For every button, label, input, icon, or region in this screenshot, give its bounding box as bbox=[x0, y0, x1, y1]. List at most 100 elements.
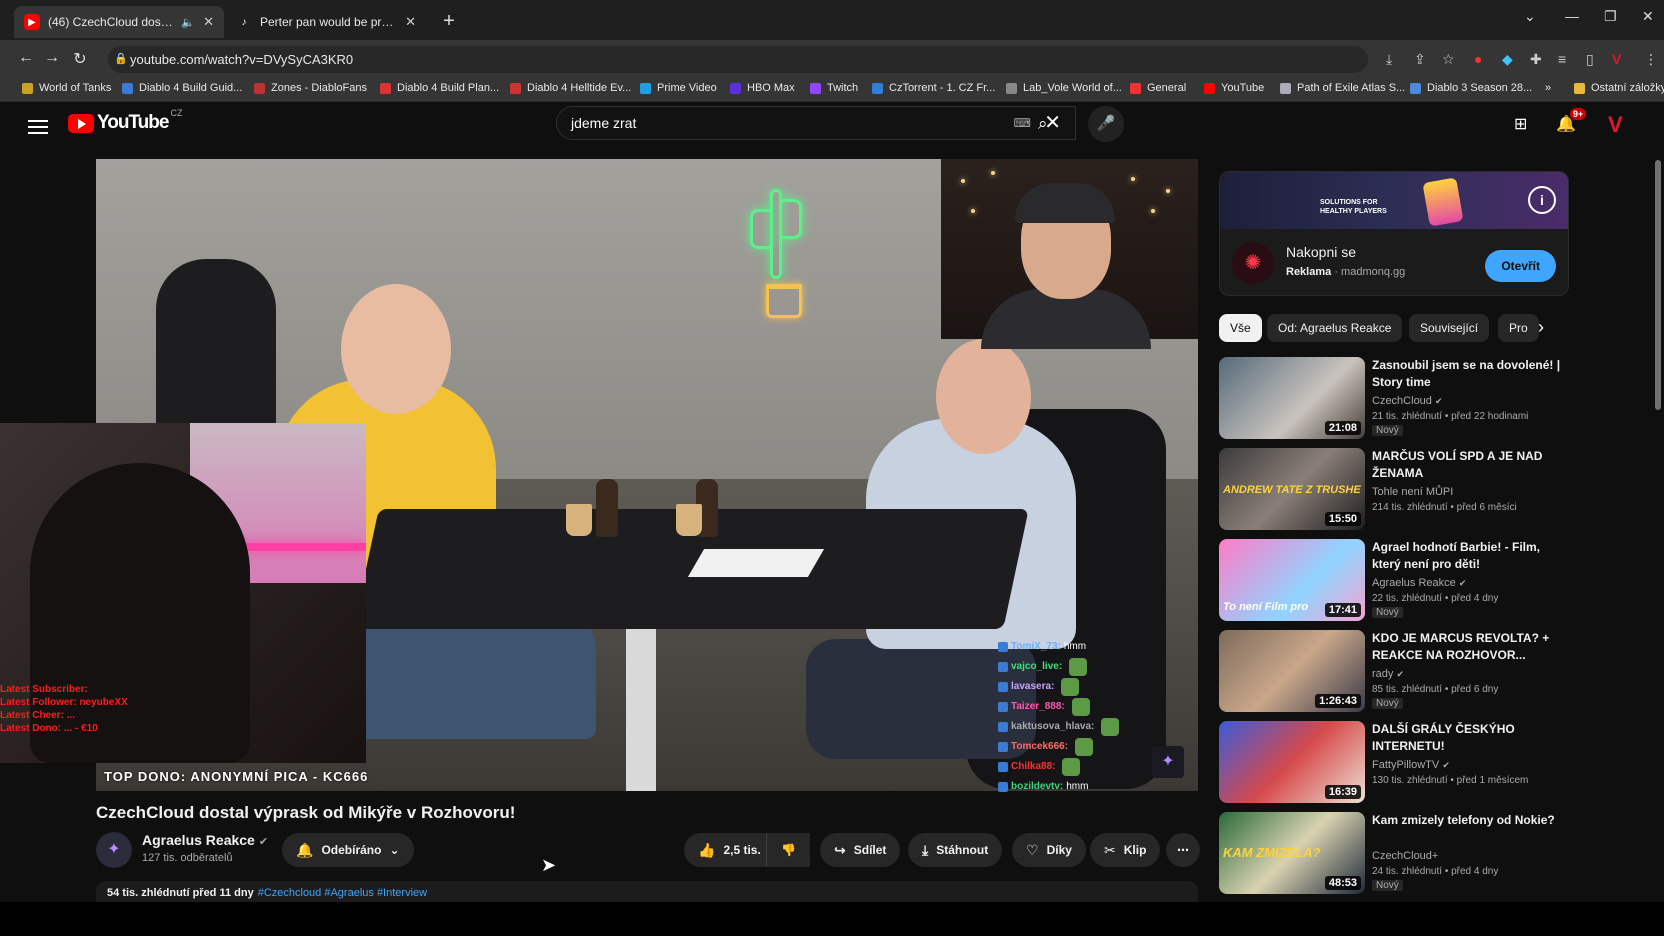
close-tab-icon[interactable]: ✕ bbox=[405, 14, 416, 30]
share-button[interactable]: ↪ Sdílet bbox=[820, 833, 901, 867]
url-field[interactable]: 🔒 youtube.com/watch?v=DVySyCA3KR0 bbox=[108, 46, 1368, 73]
scrollbar-thumb[interactable] bbox=[1655, 160, 1661, 410]
bookmark-item[interactable]: Twitch bbox=[810, 82, 858, 94]
ad-info-icon[interactable]: i bbox=[1528, 186, 1556, 214]
recommended-video[interactable]: To není Film pro 17:41 Agrael hodnotí Barb… bbox=[1219, 539, 1569, 623]
more-actions-button[interactable]: ⋯ bbox=[1166, 833, 1200, 867]
video-channel[interactable]: FattyPillowTV ✔ bbox=[1372, 759, 1450, 771]
extension-blue-icon[interactable]: ◆ bbox=[1502, 51, 1513, 68]
bookmark-item[interactable]: General bbox=[1130, 82, 1186, 94]
sidebar-ad[interactable]: SOLUTIONS FOR HEALTHY PLAYERS i ✺ Nakopn… bbox=[1219, 171, 1569, 296]
dislike-button[interactable]: 👎 bbox=[766, 833, 810, 867]
side-panel-icon[interactable]: ▯ bbox=[1586, 51, 1594, 68]
new-tab-button[interactable]: + bbox=[437, 10, 461, 33]
ad-open-button[interactable]: Otevřít bbox=[1485, 250, 1556, 282]
video-thumbnail[interactable]: ANDREW TATE Z TRUSHE 15:50 bbox=[1219, 448, 1365, 530]
bookmark-label: Zones - DiabloFans bbox=[271, 82, 367, 94]
chip-for-you[interactable]: Pro bbox=[1498, 314, 1539, 342]
youtube-logo[interactable]: YouTube CZ bbox=[68, 108, 182, 134]
keyboard-icon[interactable]: ⌨ bbox=[1014, 107, 1031, 139]
video-title[interactable]: Zasnoubil jsem se na dovolené! | Story t… bbox=[1372, 357, 1562, 391]
browser-menu-icon[interactable]: ⋮ bbox=[1644, 51, 1658, 68]
bookmark-item[interactable]: Diablo 4 Helltide Ev... bbox=[510, 82, 631, 94]
minimize-button[interactable]: — bbox=[1565, 8, 1579, 24]
bookmark-item[interactable]: Diablo 4 Build Plan... bbox=[380, 82, 499, 94]
reload-icon[interactable]: ↻ bbox=[70, 49, 90, 69]
video-thumbnail[interactable]: 21:08 bbox=[1219, 357, 1365, 439]
bookmark-item[interactable]: Prime Video bbox=[640, 82, 717, 94]
description-box[interactable]: 54 tis. zhlédnutí před 11 dny #Czechcloud… bbox=[96, 881, 1198, 902]
video-thumbnail[interactable]: KAM ZMIZELA? 48:53 bbox=[1219, 812, 1365, 894]
browser-tab-tiktok[interactable]: ♪ Perter pan would be proud of m ✕ bbox=[226, 6, 426, 38]
download-button[interactable]: ⤓ Stáhnout bbox=[908, 833, 1003, 867]
bookmark-item[interactable]: Zones - DiabloFans bbox=[254, 82, 367, 94]
bookmarks-overflow-icon[interactable]: » bbox=[1545, 82, 1551, 94]
close-window-button[interactable]: ✕ bbox=[1642, 8, 1654, 25]
ad-advertiser-logo[interactable]: ✺ bbox=[1232, 242, 1274, 284]
restore-button[interactable]: ❐ bbox=[1604, 8, 1617, 25]
video-title[interactable]: DALŠÍ GRÁLY ČESKÝHO INTERNETU! bbox=[1372, 721, 1562, 755]
chip-all[interactable]: Vše bbox=[1219, 314, 1262, 342]
search-input[interactable]: jdeme zrat ⌨ ✕ bbox=[556, 106, 1076, 140]
bookmark-item[interactable]: Diablo 3 Season 28... bbox=[1410, 82, 1532, 94]
chevron-right-icon[interactable]: › bbox=[1538, 317, 1544, 338]
bookmark-item[interactable]: CzTorrent - 1. CZ Fr... bbox=[872, 82, 995, 94]
chat-username: Tomcek666: bbox=[1011, 741, 1069, 752]
forward-icon[interactable]: → bbox=[42, 49, 62, 67]
video-thumbnail[interactable]: 16:39 bbox=[1219, 721, 1365, 803]
bookmark-item[interactable]: Lab_Vole World of... bbox=[1006, 82, 1122, 94]
bookmark-item[interactable]: Path of Exile Atlas S... bbox=[1280, 82, 1405, 94]
video-channel[interactable]: Agraelus Reakce ✔ bbox=[1372, 577, 1466, 589]
browser-tab-youtube[interactable]: ▶ (46) CzechCloud dostal výpr 🔈 ✕ bbox=[14, 6, 224, 38]
create-video-icon[interactable]: ⊞ bbox=[1514, 114, 1527, 134]
profile-icon[interactable]: V bbox=[1612, 51, 1621, 67]
reading-list-icon[interactable]: ≡ bbox=[1558, 51, 1566, 67]
chat-badge-icon bbox=[998, 762, 1008, 772]
recommended-video[interactable]: KAM ZMIZELA? 48:53 Kam zmizely telefony od… bbox=[1219, 812, 1569, 896]
bookmark-item[interactable]: Diablo 4 Build Guid... bbox=[122, 82, 242, 94]
extensions-puzzle-icon[interactable]: ✚ bbox=[1530, 51, 1542, 68]
ad-title[interactable]: Nakopni se bbox=[1286, 244, 1356, 260]
channel-name-link[interactable]: Agraelus Reakce ✔ bbox=[142, 832, 268, 848]
channel-avatar[interactable]: ✦ bbox=[96, 832, 132, 868]
thanks-button[interactable]: ♡ Díky bbox=[1012, 833, 1086, 867]
subscribed-button[interactable]: 🔔 Odebíráno ⌄ bbox=[282, 833, 414, 867]
voice-search-icon[interactable]: 🎤 bbox=[1088, 106, 1124, 142]
ad-subline: Reklama · madmonq.gg bbox=[1286, 266, 1406, 278]
extension-red-icon[interactable]: ● bbox=[1474, 51, 1482, 67]
chip-from-channel[interactable]: Od: Agraelus Reakce bbox=[1267, 314, 1403, 342]
video-channel[interactable]: Tohle není MŮPI bbox=[1372, 486, 1453, 498]
bookmark-star-icon[interactable]: ☆ bbox=[1442, 51, 1455, 68]
install-icon[interactable]: ⤓ bbox=[1386, 51, 1392, 68]
ad-banner[interactable]: SOLUTIONS FOR HEALTHY PLAYERS bbox=[1220, 172, 1568, 229]
close-tab-icon[interactable]: ✕ bbox=[203, 14, 214, 30]
youtube-favicon-icon: ▶ bbox=[24, 14, 40, 30]
hashtags[interactable]: #Czechcloud #Agraelus #Interview bbox=[258, 887, 427, 899]
search-icon[interactable]: ⌕ bbox=[1038, 114, 1048, 134]
bookmark-item[interactable]: Ostatní záložky bbox=[1574, 82, 1664, 94]
video-title[interactable]: Agrael hodnotí Barbie! - Film, který nen… bbox=[1372, 539, 1562, 573]
recommended-video[interactable]: 1:26:43 KDO JE MARCUS REVOLTA? + REAKCE N… bbox=[1219, 630, 1569, 714]
bookmark-item[interactable]: HBO Max bbox=[730, 82, 795, 94]
share-icon[interactable]: ⇪ bbox=[1414, 51, 1426, 68]
video-channel[interactable]: CzechCloud ✔ bbox=[1372, 395, 1443, 407]
tab-search-icon[interactable]: ⌄ bbox=[1524, 8, 1536, 25]
back-icon[interactable]: ← bbox=[16, 49, 36, 67]
recommended-video[interactable]: 16:39 DALŠÍ GRÁLY ČESKÝHO INTERNETU! Fatty… bbox=[1219, 721, 1569, 805]
bookmark-item[interactable]: World of Tanks bbox=[22, 82, 111, 94]
recommended-video[interactable]: ANDREW TATE Z TRUSHE 15:50 MARČUS VOLÍ SPD… bbox=[1219, 448, 1569, 532]
recommended-video[interactable]: 21:08 Zasnoubil jsem se na dovolené! | St… bbox=[1219, 357, 1569, 441]
account-avatar[interactable]: V bbox=[1608, 112, 1623, 138]
speaker-icon[interactable]: 🔈 bbox=[181, 16, 195, 29]
video-channel[interactable]: CzechCloud+ bbox=[1372, 850, 1438, 862]
clip-button[interactable]: ✂ Klip bbox=[1090, 833, 1161, 867]
menu-icon[interactable] bbox=[28, 116, 48, 138]
video-title[interactable]: MARČUS VOLÍ SPD A JE NAD ŽENAMA bbox=[1372, 448, 1562, 482]
video-thumbnail[interactable]: 1:26:43 bbox=[1219, 630, 1365, 712]
bookmark-item[interactable]: YouTube bbox=[1204, 82, 1264, 94]
chip-related[interactable]: Související bbox=[1409, 314, 1490, 342]
video-title[interactable]: Kam zmizely telefony od Nokie? bbox=[1372, 812, 1562, 829]
video-channel[interactable]: rady ✔ bbox=[1372, 668, 1404, 680]
video-thumbnail[interactable]: To není Film pro 17:41 bbox=[1219, 539, 1365, 621]
video-title[interactable]: KDO JE MARCUS REVOLTA? + REAKCE NA ROZHO… bbox=[1372, 630, 1562, 664]
